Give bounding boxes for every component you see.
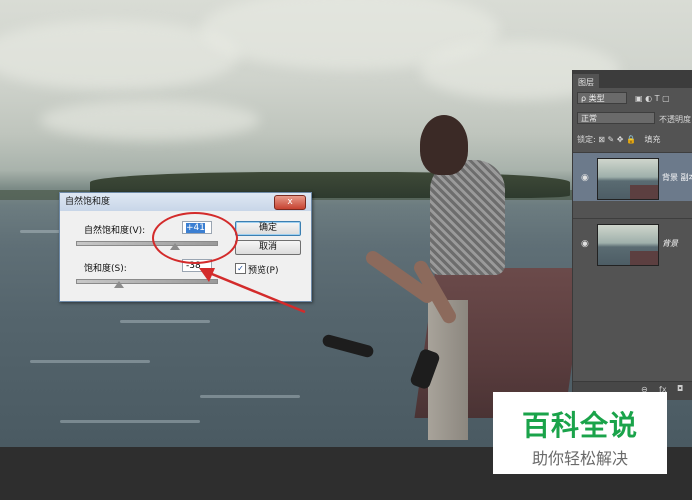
close-button[interactable]: x (274, 195, 306, 210)
visibility-eye-icon[interactable]: ◉ (581, 239, 589, 249)
dialog-title: 自然饱和度 (65, 197, 111, 207)
wave (200, 395, 300, 398)
sandal (321, 333, 375, 359)
layer-thumbnail (597, 224, 659, 266)
visibility-eye-icon[interactable]: ◉ (581, 173, 589, 183)
ok-button[interactable]: 确定 (235, 221, 301, 236)
saturation-slider-thumb[interactable] (114, 281, 125, 288)
dialog-titlebar[interactable]: 自然饱和度 x (60, 193, 311, 211)
opacity-label: 不透明度 (659, 115, 691, 124)
layer-row-background-copy[interactable]: ◉ 背景 副本 (573, 152, 692, 201)
vibrance-label: 自然饱和度(V): (84, 226, 146, 236)
lock-row: 锁定: ⊠ ✎ ✥ 🔒 填充 (577, 134, 692, 145)
wave (120, 320, 210, 323)
image-filter-icon[interactable]: ▣ (635, 94, 643, 103)
girl-dress (430, 160, 505, 275)
cancel-button[interactable]: 取消 (235, 240, 301, 255)
wave (60, 420, 200, 423)
brush-icon[interactable]: ✎ (608, 135, 615, 144)
watermark-title: 百科全说 (521, 409, 638, 442)
wave (30, 360, 150, 363)
annotation-arrow (199, 268, 306, 314)
move-icon[interactable]: ✥ (617, 135, 624, 144)
shape-filter-icon[interactable]: ▢ (662, 94, 670, 103)
saturation-label: 饱和度(S): (84, 264, 127, 274)
watermark-logo: 百科全说 助你轻松解决 (493, 392, 667, 474)
cloud (40, 100, 260, 140)
type-filter-icon[interactable]: T (655, 94, 660, 103)
girl-hair (420, 115, 468, 175)
layer-row-background[interactable]: ◉ 背景 (573, 218, 692, 267)
layer-filter-select[interactable]: ρ 类型 (577, 92, 627, 104)
panel-tabs: 图层 (573, 70, 692, 92)
lock-label: 锁定: (577, 135, 596, 144)
layers-panel: 图层 ρ 类型 ▣ ◐ T ▢ 正常 不透明度 锁定: ⊠ ✎ ✥ 🔒 填充 ◉… (572, 70, 692, 400)
fill-label: 填充 (644, 135, 661, 144)
mask-icon[interactable]: ◘ (677, 384, 683, 393)
lock-icon[interactable]: 🔒 (626, 135, 636, 144)
layer-name: 背景 副本 (662, 173, 692, 182)
layer-thumbnail (597, 158, 659, 200)
adjustment-filter-icon[interactable]: ◐ (645, 94, 652, 103)
filter-icons: ▣ ◐ T ▢ (635, 94, 692, 103)
tab-layers[interactable]: 图层 (573, 74, 599, 92)
watermark-subtitle: 助你轻松解决 (531, 449, 628, 468)
blend-mode-select[interactable]: 正常 (577, 112, 655, 124)
lock-pixels-icon[interactable]: ⊠ (598, 135, 605, 144)
layer-name: 背景 (662, 239, 678, 248)
highlight-ellipse (152, 212, 238, 264)
